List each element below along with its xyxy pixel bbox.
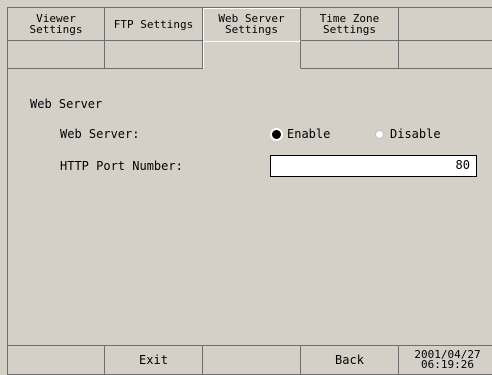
web-server-panel: Web Server Web Server: Enable Disable HT… (7, 69, 492, 345)
bottom-empty-cell (7, 345, 105, 375)
sub-tab-cell (203, 41, 301, 69)
tab-viewer-settings[interactable]: Viewer Settings (7, 7, 105, 41)
enable-label: Enable (287, 127, 331, 141)
sub-tab-cell (301, 41, 399, 69)
sub-tab-cell (105, 41, 203, 69)
bottom-empty-cell (203, 345, 301, 375)
radio-selected-icon (272, 129, 281, 139)
exit-button[interactable]: Exit (105, 345, 203, 375)
disable-radio[interactable]: Disable (375, 127, 441, 141)
settings-screen: Viewer Settings FTP Settings Web Server … (7, 7, 492, 375)
section-title: Web Server (30, 97, 103, 111)
bottom-bar: Exit Back 2001/04/27 06:19:26 (7, 345, 492, 375)
tab-ftp-settings[interactable]: FTP Settings (105, 7, 203, 41)
radio-unselected-icon (375, 129, 384, 139)
enable-radio[interactable]: Enable (272, 127, 330, 141)
back-button[interactable]: Back (301, 345, 399, 375)
tab-web-server-settings[interactable]: Web Server Settings (203, 7, 301, 41)
datetime-display: 2001/04/27 06:19:26 (399, 345, 492, 375)
tab-empty (399, 7, 492, 41)
disable-label: Disable (390, 127, 441, 141)
web-server-label: Web Server: (60, 127, 140, 141)
tab-time-zone-settings[interactable]: Time Zone Settings (301, 7, 399, 41)
http-port-input[interactable]: 80 (270, 155, 477, 177)
sub-tab-bar (7, 41, 492, 69)
sub-tab-cell (7, 41, 105, 69)
sub-tab-cell (399, 41, 492, 69)
tab-bar: Viewer Settings FTP Settings Web Server … (7, 7, 492, 41)
http-port-label: HTTP Port Number: (60, 159, 183, 173)
